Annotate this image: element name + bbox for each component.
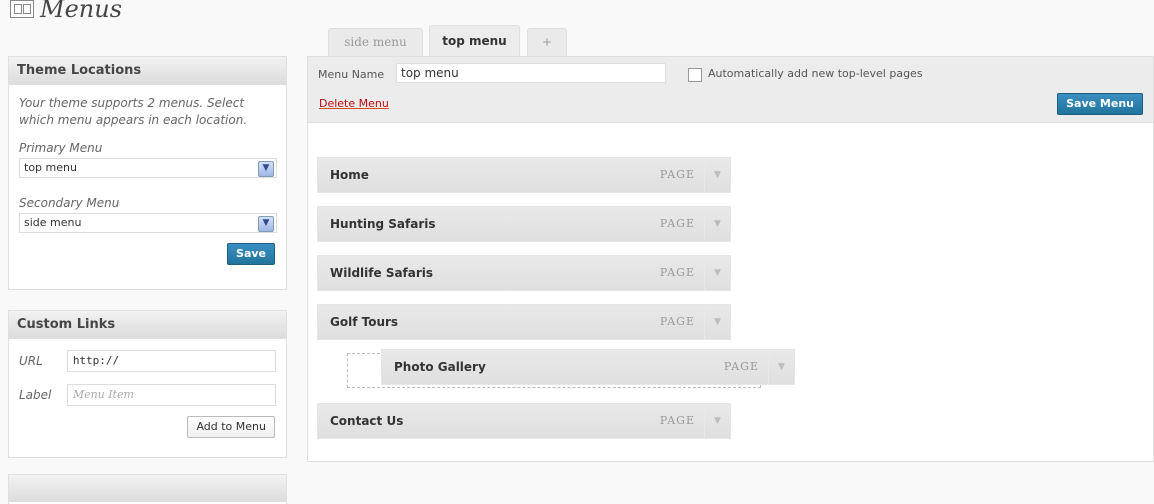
chevron-down-icon[interactable]: ▼ — [704, 404, 730, 438]
menu-editor-header: Menu Name top menu Automatically add new… — [308, 57, 1153, 123]
theme-locations-heading[interactable]: Theme Locations — [9, 57, 286, 85]
menu-item-type: PAGE — [659, 217, 695, 230]
chevron-down-icon[interactable]: ▼ — [704, 256, 730, 290]
theme-locations-widget: Theme Locations Your theme supports 2 me… — [8, 56, 287, 290]
page-title: Menus — [40, 0, 123, 23]
custom-links-widget: Custom Links URL http:// Label Menu Item… — [8, 310, 287, 458]
chevron-down-icon[interactable]: ▼ — [258, 216, 274, 232]
tab-top-menu[interactable]: top menu — [429, 25, 520, 57]
menu-item-title: Home — [330, 168, 369, 182]
menu-item-type: PAGE — [659, 414, 695, 427]
collapsed-widget — [8, 474, 287, 504]
auto-add-checkbox[interactable] — [688, 68, 702, 82]
chevron-down-icon[interactable]: ▼ — [704, 207, 730, 241]
auto-add-label[interactable]: Automatically add new top-level pages — [708, 67, 923, 80]
primary-menu-value: top menu — [24, 161, 77, 174]
page-header: Menus — [10, 0, 122, 24]
menu-name-input[interactable]: top menu — [396, 63, 666, 83]
menu-item-title: Photo Gallery — [394, 360, 486, 374]
primary-menu-select[interactable]: top menu ▼ — [19, 158, 277, 178]
chevron-down-icon[interactable]: ▼ — [704, 158, 730, 192]
theme-locations-note: Your theme supports 2 menus. Select whic… — [19, 96, 248, 127]
chevron-down-icon[interactable]: ▼ — [704, 305, 730, 339]
label-input[interactable]: Menu Item — [66, 384, 276, 406]
menu-item-title: Contact Us — [330, 414, 404, 428]
menus-icon — [10, 0, 34, 18]
custom-links-heading[interactable]: Custom Links — [9, 311, 286, 339]
menu-item-type: PAGE — [659, 315, 695, 328]
menu-item[interactable]: Contact Us PAGE ▼ — [317, 403, 731, 439]
secondary-menu-value: side menu — [24, 216, 82, 229]
label-label: Label — [19, 388, 52, 402]
menu-item[interactable]: Golf Tours PAGE ▼ — [317, 304, 731, 340]
menu-item-title: Golf Tours — [330, 315, 399, 329]
save-locations-button[interactable]: Save — [227, 243, 275, 265]
menu-item-type: PAGE — [723, 360, 759, 373]
menu-item[interactable]: Hunting Safaris PAGE ▼ — [317, 206, 731, 242]
menu-item-dragging[interactable]: Photo Gallery PAGE ▼ — [381, 349, 795, 385]
delete-menu-link[interactable]: Delete Menu — [319, 97, 389, 110]
chevron-down-icon[interactable]: ▼ — [258, 161, 274, 177]
url-input[interactable]: http:// — [66, 350, 276, 372]
menu-item[interactable]: Home PAGE ▼ — [317, 157, 731, 193]
url-label: URL — [19, 354, 43, 368]
chevron-down-icon[interactable]: ▼ — [768, 350, 794, 384]
menu-item-title: Hunting Safaris — [330, 217, 436, 231]
menu-item-type: PAGE — [659, 168, 695, 181]
add-to-menu-button[interactable]: Add to Menu — [187, 416, 275, 438]
secondary-menu-label: Secondary Menu — [19, 196, 120, 210]
menu-item[interactable]: Wildlife Safaris PAGE ▼ — [317, 255, 731, 291]
tab-add-menu[interactable]: + — [527, 28, 567, 57]
collapsed-widget-heading[interactable] — [9, 475, 286, 502]
secondary-menu-select[interactable]: side menu ▼ — [19, 213, 277, 233]
tab-side-menu[interactable]: side menu — [328, 28, 423, 57]
menu-item-title: Wildlife Safaris — [330, 266, 434, 280]
menu-name-label: Menu Name — [318, 68, 385, 81]
menu-item-type: PAGE — [659, 266, 695, 279]
save-menu-button[interactable]: Save Menu — [1057, 93, 1143, 115]
primary-menu-label: Primary Menu — [19, 141, 103, 155]
